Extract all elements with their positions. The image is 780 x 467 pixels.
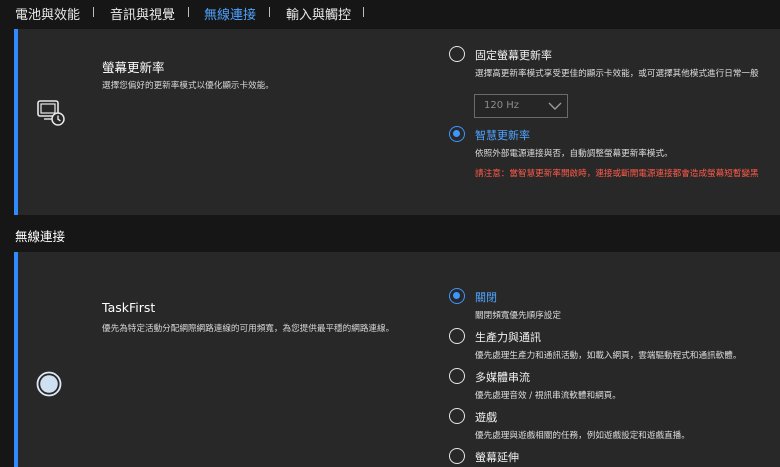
- globe-icon: [36, 371, 62, 397]
- refresh-rate-description: 選擇您偏好的更新率模式以優化顯示卡效能。: [102, 81, 274, 91]
- fixed-refresh-radio[interactable]: [449, 46, 465, 62]
- media-streaming-radio[interactable]: [449, 368, 465, 384]
- refresh-rate-value: 120 Hz: [484, 100, 520, 111]
- bandwidth-off-radio[interactable]: [449, 288, 465, 304]
- screen-extend-label[interactable]: 螢幕延伸: [475, 449, 519, 465]
- tab-input-touch[interactable]: 輸入與觸控: [286, 4, 351, 23]
- productivity-radio[interactable]: [449, 328, 465, 344]
- panel-accent-bar: [14, 252, 18, 467]
- fixed-refresh-description: 選擇高更新率模式享受更佳的顯示卡效能，或可選擇其他模式進行日常一般: [475, 69, 759, 79]
- chevron-down-icon: [548, 102, 562, 110]
- taskfirst-title: TaskFirst: [102, 300, 156, 315]
- smart-refresh-warning: 請注意：當智慧更新率開啟時，連接或斷開電源連接都會造成螢幕短暫變黑: [475, 169, 759, 179]
- tab-battery-performance[interactable]: 電池與效能: [15, 4, 80, 23]
- media-streaming-description: 優先處理音效 / 視訊串流軟體和網頁。: [475, 391, 621, 401]
- smart-refresh-description: 依照外部電源連接與否，自動調整螢幕更新率模式。: [475, 149, 673, 159]
- tab-wireless[interactable]: 無線連接: [204, 4, 256, 23]
- display-refresh-icon: [37, 100, 65, 126]
- fixed-refresh-label[interactable]: 固定螢幕更新率: [475, 47, 552, 63]
- wireless-section-heading: 無線連接: [15, 229, 66, 244]
- tab-separator: [363, 7, 364, 17]
- gaming-description: 優先處理與遊戲相關的任務，例如遊戲設定和遊戲直播。: [475, 431, 690, 441]
- media-streaming-label[interactable]: 多媒體串流: [475, 369, 530, 385]
- bandwidth-off-label[interactable]: 關閉: [475, 289, 497, 305]
- tab-separator: [93, 7, 94, 17]
- productivity-description: 優先處理生產力和通訊活動，如載入網頁，雲端驅動程式和通訊軟體。: [475, 351, 742, 361]
- screen-extend-radio[interactable]: [449, 448, 465, 464]
- smart-refresh-label[interactable]: 智慧更新率: [475, 127, 530, 143]
- refresh-rate-dropdown[interactable]: 120 Hz: [474, 94, 568, 118]
- taskfirst-description: 優先為特定活動分配網際網路連線的可用頻寬，為您提供最平穩的網路連線。: [102, 324, 395, 334]
- refresh-rate-title: 螢幕更新率: [102, 60, 165, 75]
- panel-accent-bar: [14, 29, 18, 215]
- gaming-radio[interactable]: [449, 408, 465, 424]
- tab-separator: [269, 7, 270, 17]
- productivity-label[interactable]: 生產力與通訊: [475, 329, 541, 345]
- tab-separator: [188, 7, 189, 17]
- tab-audio-visual[interactable]: 音訊與視覺: [110, 4, 175, 23]
- smart-refresh-radio[interactable]: [449, 126, 465, 142]
- top-nav: 電池與效能 音訊與視覺 無線連接 輸入與觸控: [0, 0, 780, 28]
- gaming-label[interactable]: 遊戲: [475, 409, 497, 425]
- refresh-rate-panel: 螢幕更新率 選擇您偏好的更新率模式以優化顯示卡效能。: [14, 29, 780, 215]
- bandwidth-off-description: 關閉頻寬優先順序設定: [475, 311, 561, 321]
